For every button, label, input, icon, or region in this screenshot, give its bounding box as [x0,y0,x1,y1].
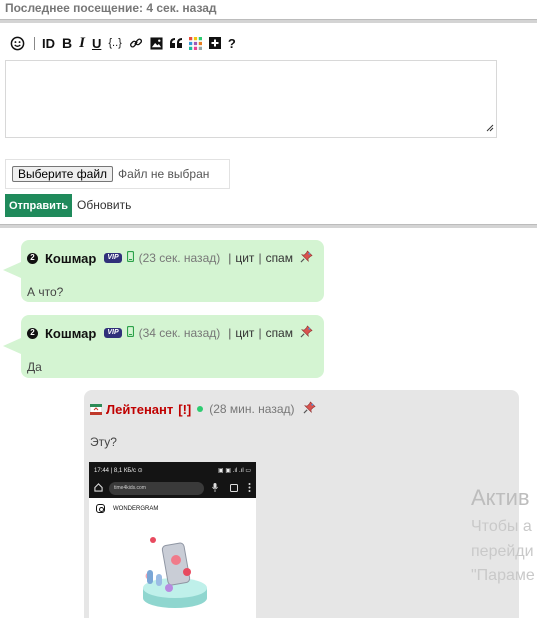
link-icon[interactable] [129,35,143,51]
browser-bar: time4kids.com [89,478,256,498]
pin-icon[interactable] [300,325,313,341]
message-header: 2 Кошмар VIP (23 сек. назад) | цит | спа… [27,250,313,266]
bubble-tail [3,262,21,278]
attached-screenshot[interactable]: 17:44 | 8,1 КБ/с ⊙ ▣ ▣ .ıl .ıl ▭ time4ki… [89,462,256,618]
underline-button[interactable]: U [92,35,101,51]
message-time: (28 мин. назад) [209,402,295,416]
separator: | [258,251,262,265]
divider [0,19,537,23]
rank-flag-icon [89,403,103,415]
id-button[interactable]: ID [42,35,55,51]
status-right: ▣ ▣ .ıl .ıl ▭ [217,467,251,474]
separator: | [228,326,232,340]
tabs-count-icon [230,481,238,495]
home-icon [94,481,103,495]
spam-link[interactable]: спам [266,326,293,340]
chat-message: 2 Кошмар VIP (23 сек. назад) | цит | спа… [3,240,324,302]
divider [0,224,537,228]
pin-icon[interactable] [303,401,316,417]
editor-toolbar: ID B I U {..} ? [10,35,243,51]
message-time: (23 сек. назад) [138,251,221,265]
last-visit-text: Последнее посещение: 4 сек. назад [5,1,217,15]
resize-handle-icon[interactable] [485,121,494,135]
pin-icon[interactable] [300,250,313,266]
online-status-icon [197,406,204,412]
status-left: 17:44 | 8,1 КБ/с ⊙ [94,467,143,474]
submit-button[interactable]: Отправить [5,194,72,217]
mic-icon [212,481,218,495]
vip-badge: VIP [104,328,122,338]
moderator-mark: [!] [178,401,192,417]
user-level-icon: 2 [27,327,38,339]
phone-status-bar: 17:44 | 8,1 КБ/с ⊙ ▣ ▣ .ıl .ıl ▭ [89,462,256,478]
refresh-link[interactable]: Обновить [77,198,131,212]
chat-message-card: Лейтенант [!] (28 мин. назад) Эту? 17:44… [84,390,519,618]
message-text: А что? [27,285,64,299]
brand-name: WONDERGRAM [113,505,159,512]
illustration-image [135,532,215,617]
message-time: (34 сек. назад) [138,326,221,340]
file-input: Выберите файл Файл не выбран [5,159,230,189]
instagram-icon [96,504,105,513]
code-button[interactable]: {..} [108,35,121,51]
italic-button[interactable]: I [79,35,85,51]
spam-link[interactable]: спам [266,251,293,265]
mobile-phone-icon [126,250,134,265]
toolbar-divider [34,36,35,50]
separator: | [258,326,262,340]
mobile-phone-icon [126,325,134,340]
separator: | [228,251,232,265]
activation-watermark-line: перейди [471,543,534,560]
chat-message: 2 Кошмар VIP (34 сек. назад) | цит | спа… [3,315,324,378]
image-icon[interactable] [150,35,163,51]
username-link[interactable]: Кошмар [45,326,96,341]
activation-watermark-line: "Параме [471,567,535,584]
username-link[interactable]: Кошмар [45,251,96,266]
quote-link[interactable]: цит [235,326,254,340]
vip-badge: VIP [104,253,122,263]
smiley-icon[interactable] [10,35,25,51]
file-status-text: Файл не выбран [118,167,210,181]
activation-watermark-title: Актив [471,485,530,510]
plus-box-icon[interactable] [208,35,221,51]
color-palette-icon[interactable] [188,35,202,51]
site-brand: WONDERGRAM [89,498,256,513]
message-text: Эту? [90,435,117,449]
user-level-icon: 2 [27,252,38,264]
message-header: Лейтенант [!] (28 мин. назад) [89,401,316,417]
message-text: Да [27,360,42,374]
bubble-tail [3,338,21,354]
message-header: 2 Кошмар VIP (34 сек. назад) | цит | спа… [27,325,313,341]
activation-watermark-line: Чтобы а [471,518,532,535]
quote-button[interactable] [169,35,182,51]
bold-button[interactable]: B [62,35,72,51]
message-textarea[interactable] [5,60,497,138]
more-icon [248,481,251,495]
help-button[interactable]: ? [228,35,236,51]
choose-file-button[interactable]: Выберите файл [12,166,114,182]
username-link[interactable]: Лейтенант [106,402,173,417]
url-field: time4kids.com [109,481,204,495]
quote-link[interactable]: цит [235,251,254,265]
